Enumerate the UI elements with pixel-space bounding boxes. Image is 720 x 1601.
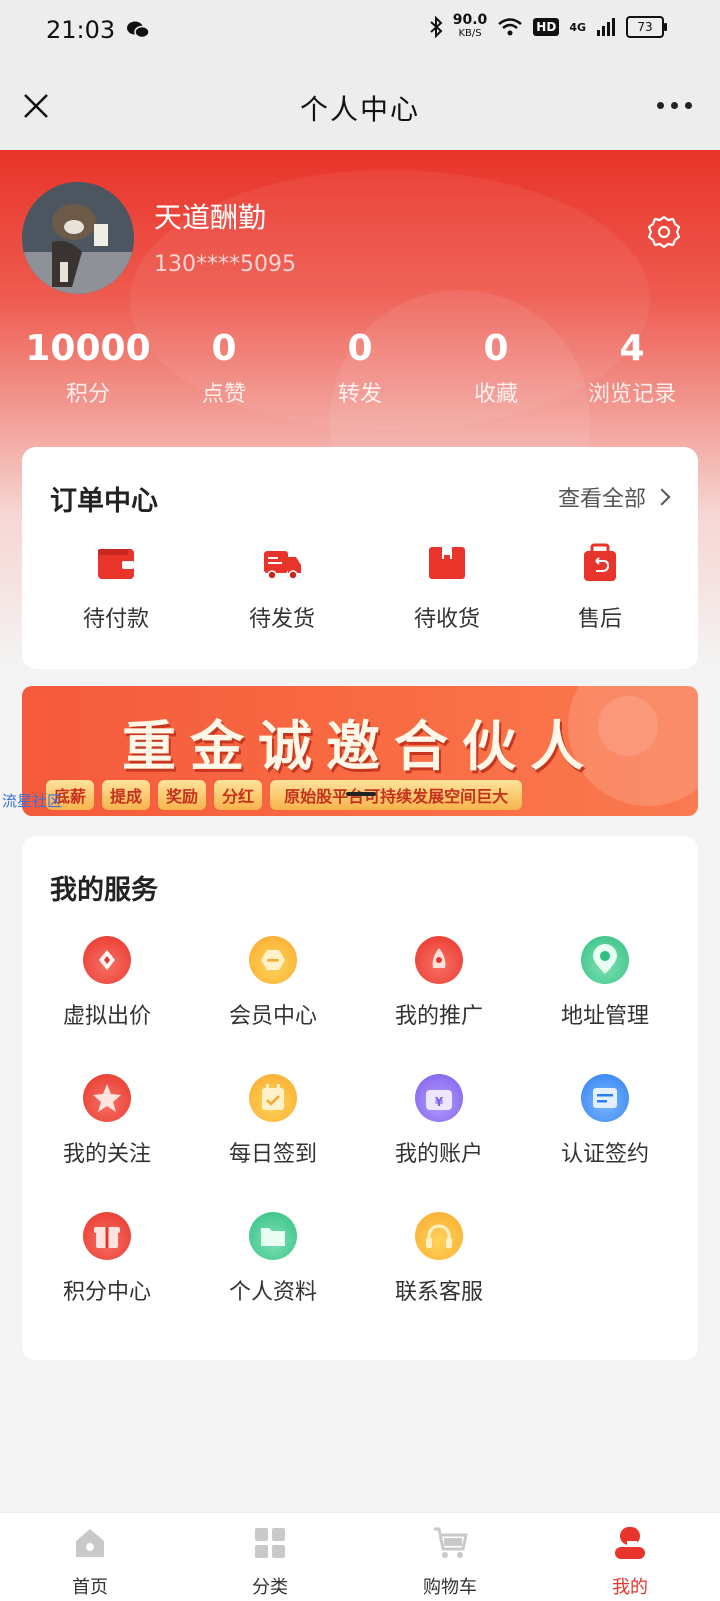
service-my-promotion[interactable]: 我的推广 bbox=[354, 936, 524, 1030]
certificate-icon bbox=[581, 1074, 629, 1122]
status-time: 21:03 bbox=[46, 16, 116, 44]
location-icon bbox=[581, 936, 629, 984]
stat-likes[interactable]: 0 点赞 bbox=[156, 326, 292, 408]
nav-cart[interactable]: 购物车 bbox=[360, 1513, 540, 1601]
wifi-icon bbox=[498, 18, 523, 36]
hd-badge: HD bbox=[533, 18, 560, 36]
status-bar: 21:03 90.0 KB/S HD 4G 73 bbox=[0, 0, 720, 64]
chevron-right-icon bbox=[653, 488, 671, 506]
headset-icon bbox=[415, 1212, 463, 1260]
user-name: 天道酬勤 bbox=[154, 201, 267, 234]
stat-points[interactable]: 10000 积分 bbox=[20, 326, 156, 408]
avatar[interactable] bbox=[22, 182, 134, 294]
title-bar: 个人中心 bbox=[0, 64, 720, 150]
order-pending-shipment[interactable]: 待发货 bbox=[210, 543, 354, 633]
page-title: 个人中心 bbox=[299, 93, 420, 126]
cart-icon bbox=[434, 1527, 468, 1558]
settings-gear-icon[interactable] bbox=[646, 214, 682, 250]
service-customer-support[interactable]: 联系客服 bbox=[354, 1212, 524, 1306]
banner-tag-long: 原始股平台可持续发展空间巨大 bbox=[270, 780, 523, 810]
stat-favorites[interactable]: 0 收藏 bbox=[428, 326, 564, 408]
network-type: 4G bbox=[569, 20, 586, 34]
refund-bag-icon bbox=[584, 543, 616, 581]
nav-home[interactable]: 首页 bbox=[0, 1513, 180, 1601]
svg-text:¥: ¥ bbox=[435, 1095, 444, 1109]
service-points-center[interactable]: 积分中心 bbox=[22, 1212, 192, 1306]
wallet-yen-icon: ¥ bbox=[415, 1074, 463, 1122]
banner-tag: 奖励 bbox=[158, 780, 207, 810]
service-member-center[interactable]: 会员中心 bbox=[188, 936, 358, 1030]
calendar-icon bbox=[249, 1074, 297, 1122]
category-icon bbox=[255, 1528, 285, 1558]
truck-icon bbox=[264, 551, 301, 580]
bid-icon bbox=[83, 936, 131, 984]
profile-icon bbox=[615, 1527, 645, 1559]
partner-recruit-banner[interactable]: 重金诚邀合伙人 底薪 提成 奖励 分红 原始股平台可持续发展空间巨大 bbox=[22, 686, 698, 816]
bottom-navigation: 首页 分类 购物车 我的 bbox=[0, 1512, 720, 1601]
stat-shares[interactable]: 0 转发 bbox=[292, 326, 428, 408]
bluetooth-icon bbox=[430, 16, 443, 38]
stat-history[interactable]: 4 浏览记录 bbox=[564, 326, 700, 408]
promote-icon bbox=[415, 936, 463, 984]
banner-tag: 分红 bbox=[214, 780, 263, 810]
nav-mine[interactable]: 我的 bbox=[540, 1513, 720, 1601]
banner-title: 重金诚邀合伙人 bbox=[122, 714, 598, 778]
user-phone: 130****5095 bbox=[154, 252, 296, 277]
star-icon bbox=[83, 1074, 131, 1122]
service-certification[interactable]: 认证签约 bbox=[520, 1074, 690, 1168]
network-speed: 90.0 KB/S bbox=[452, 12, 488, 39]
home-icon bbox=[76, 1529, 104, 1557]
banner-tags: 底薪 提成 奖励 分红 原始股平台可持续发展空间巨大 bbox=[46, 780, 523, 810]
my-services-card: 我的服务 虚拟出价 会员中心 我的推广 地址管理 我的关注 每日签到 ¥ 我的账… bbox=[22, 836, 698, 1360]
folder-icon bbox=[249, 1212, 297, 1260]
wallet-icon bbox=[98, 549, 134, 579]
carousel-indicator bbox=[346, 792, 376, 796]
view-all-orders-link[interactable]: 查看全部 bbox=[558, 481, 671, 513]
service-my-account[interactable]: ¥ 我的账户 bbox=[354, 1074, 524, 1168]
order-pending-receipt[interactable]: 待收货 bbox=[354, 543, 540, 633]
more-icon[interactable] bbox=[657, 102, 692, 109]
status-indicators: 90.0 KB/S HD 4G 73 bbox=[429, 12, 667, 40]
banner-tag: 提成 bbox=[102, 780, 151, 810]
stats-row: 10000 积分 0 点赞 0 转发 0 收藏 4 浏览记录 bbox=[20, 326, 700, 408]
wechat-icon bbox=[127, 21, 150, 39]
watermark-text: 流星社区 bbox=[2, 792, 63, 810]
battery-icon: 73 bbox=[626, 16, 667, 38]
member-icon bbox=[249, 936, 297, 984]
order-center-card: 订单中心 查看全部 待付款 待发货 待收货 售后 bbox=[22, 447, 698, 669]
signal-icon bbox=[597, 18, 615, 36]
services-title: 我的服务 bbox=[50, 875, 158, 906]
order-center-title: 订单中心 bbox=[50, 486, 158, 517]
service-my-follows[interactable]: 我的关注 bbox=[22, 1074, 192, 1168]
order-after-sales[interactable]: 售后 bbox=[540, 543, 660, 633]
service-virtual-bid[interactable]: 虚拟出价 bbox=[22, 936, 192, 1030]
box-icon bbox=[429, 547, 465, 579]
nav-category[interactable]: 分类 bbox=[180, 1513, 360, 1601]
service-personal-info[interactable]: 个人资料 bbox=[188, 1212, 358, 1306]
gift-icon bbox=[83, 1212, 131, 1260]
service-daily-checkin[interactable]: 每日签到 bbox=[188, 1074, 358, 1168]
order-pending-payment[interactable]: 待付款 bbox=[22, 543, 210, 633]
service-address-management[interactable]: 地址管理 bbox=[520, 936, 690, 1030]
